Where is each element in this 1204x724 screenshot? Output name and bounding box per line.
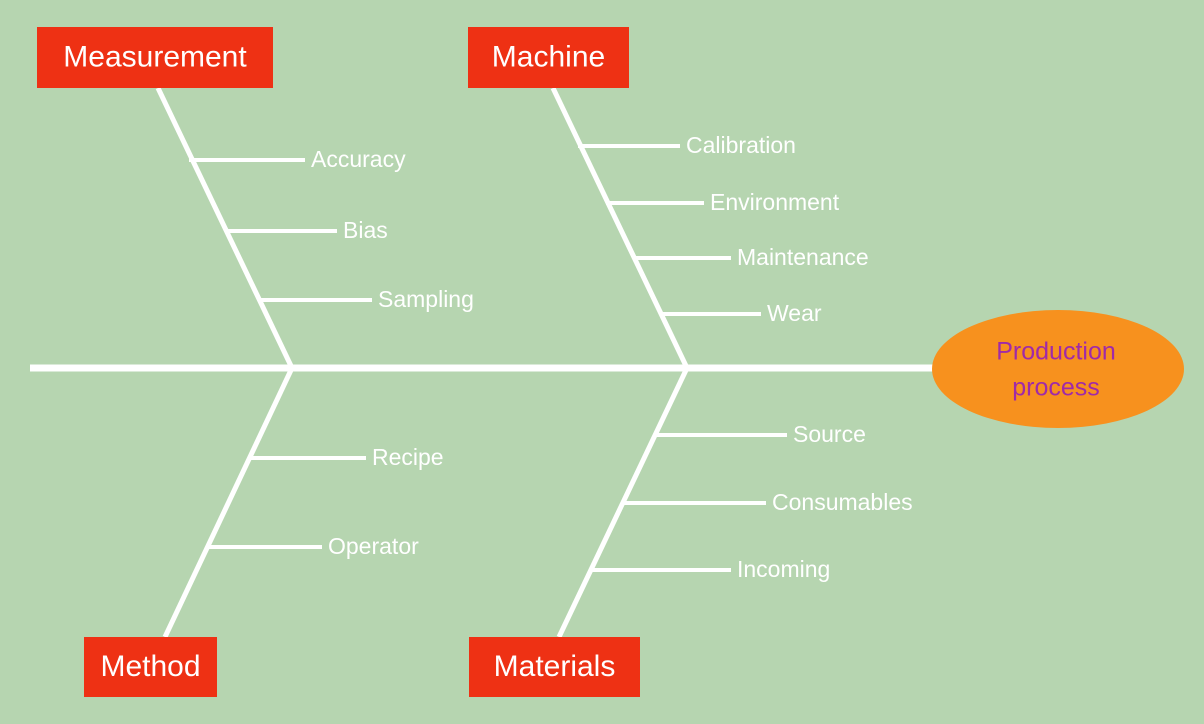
cause-label-consumables[interactable]: Consumables [772,489,913,515]
cause-label-incoming[interactable]: Incoming [737,556,830,582]
effect-head[interactable]: Production process [932,310,1184,428]
effect-head-label-line1: Production [996,338,1116,366]
cause-label-maintenance[interactable]: Maintenance [737,244,869,270]
effect-head-label-line2: process [1012,374,1100,402]
category-box-label-method: Method [100,650,200,683]
cause-label-bias[interactable]: Bias [343,217,388,243]
cause-label-calibration[interactable]: Calibration [686,132,796,158]
cause-label-environment[interactable]: Environment [710,189,840,215]
category-box-label-materials: Materials [494,650,616,683]
cause-label-accuracy[interactable]: Accuracy [311,146,406,172]
fishbone-canvas: Accuracy Bias Sampling Measurement Calibrati… [0,0,1204,724]
cause-label-source[interactable]: Source [793,421,866,447]
cause-label-operator[interactable]: Operator [328,533,419,559]
cause-label-sampling[interactable]: Sampling [378,286,474,312]
category-box-label-machine: Machine [492,40,605,73]
cause-label-recipe[interactable]: Recipe [372,444,444,470]
category-box-label-measurement: Measurement [63,40,247,73]
effect-head-ellipse[interactable] [932,310,1184,428]
cause-label-wear[interactable]: Wear [767,300,822,326]
fishbone-diagram: Accuracy Bias Sampling Measurement Calibrati… [0,0,1204,724]
